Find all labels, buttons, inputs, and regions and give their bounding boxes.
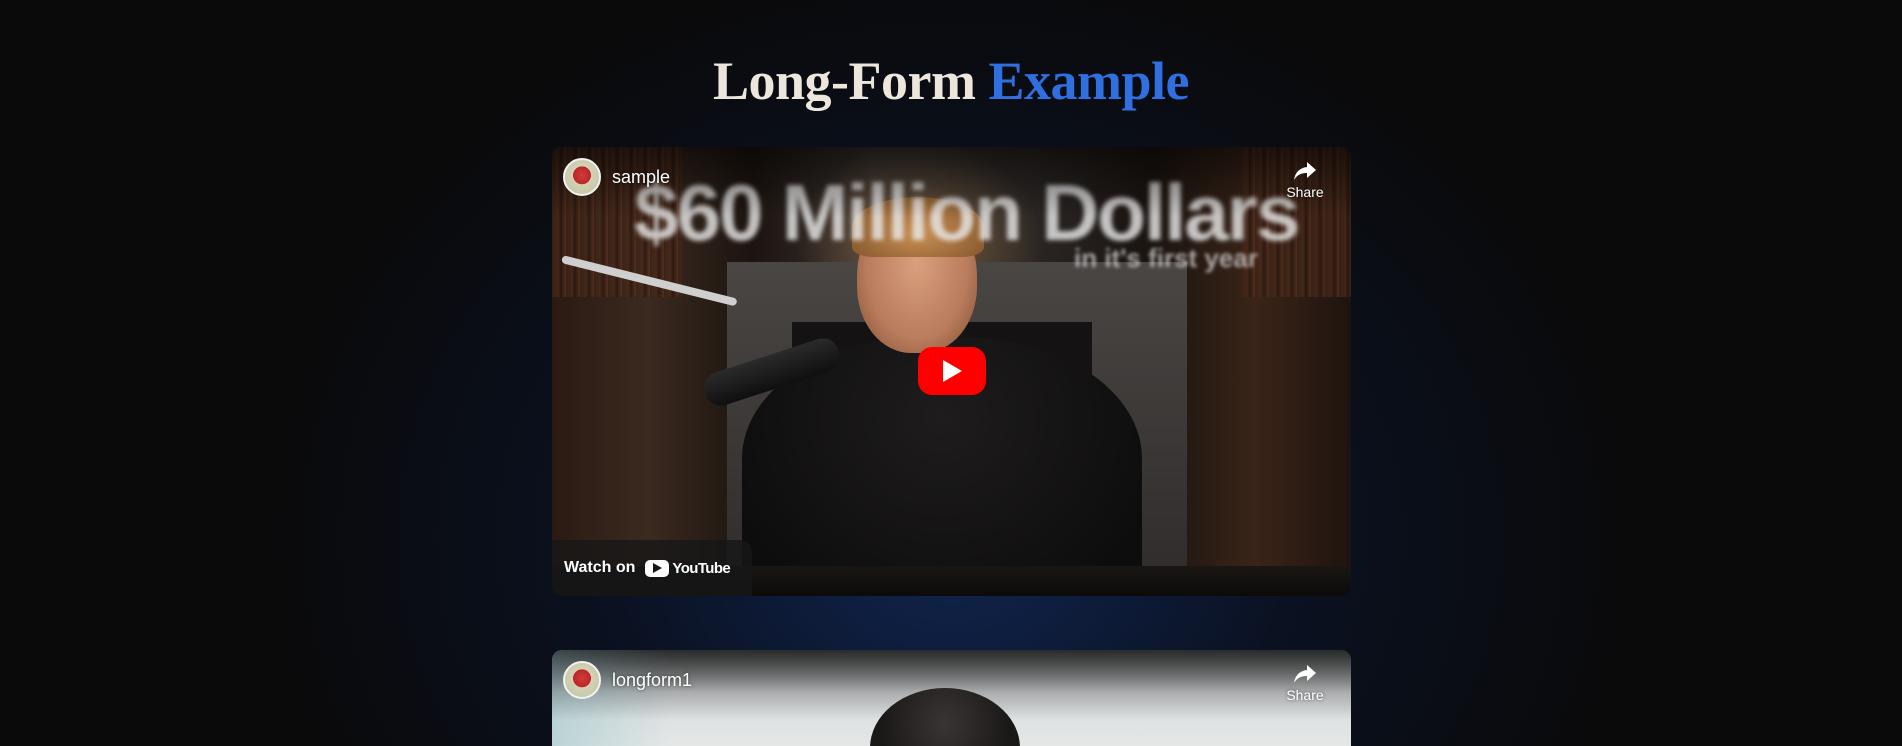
page-title: Long-Form Example	[0, 46, 1902, 116]
share-label: Share	[1286, 687, 1324, 703]
share-icon	[1294, 665, 1316, 683]
video-header: sample	[563, 158, 670, 196]
watch-on-youtube-button[interactable]: Watch on YouTube	[552, 540, 753, 596]
page: Long-Form Example $60 Million Dollars in…	[0, 0, 1902, 746]
youtube-wordmark: YouTube	[672, 559, 731, 577]
video-top-shade	[552, 147, 1351, 217]
video-embed-longform1[interactable]: longform1 Share	[552, 650, 1351, 746]
channel-name-link[interactable]: sample	[612, 167, 670, 188]
watch-on-label: Watch on	[564, 559, 636, 576]
video-header: longform1	[563, 661, 692, 699]
channel-name-link[interactable]: longform1	[612, 670, 692, 691]
page-title-main: Long-Form	[713, 51, 976, 112]
share-label: Share	[1286, 184, 1324, 200]
youtube-play-glyph	[653, 563, 663, 573]
play-icon	[943, 360, 962, 382]
play-button[interactable]	[918, 347, 986, 395]
video-embed-sample[interactable]: $60 Million Dollars in it's first year s…	[552, 147, 1351, 596]
share-icon	[1294, 162, 1316, 180]
share-button[interactable]: Share	[1285, 160, 1325, 200]
youtube-logo-icon	[645, 559, 670, 577]
page-title-accent: Example	[988, 51, 1189, 112]
channel-avatar[interactable]	[563, 661, 601, 699]
youtube-logo: YouTube	[645, 559, 731, 577]
share-button[interactable]: Share	[1285, 663, 1325, 703]
thumbnail-subtitle-text: in it's first year	[1074, 243, 1258, 273]
channel-avatar[interactable]	[563, 158, 601, 196]
